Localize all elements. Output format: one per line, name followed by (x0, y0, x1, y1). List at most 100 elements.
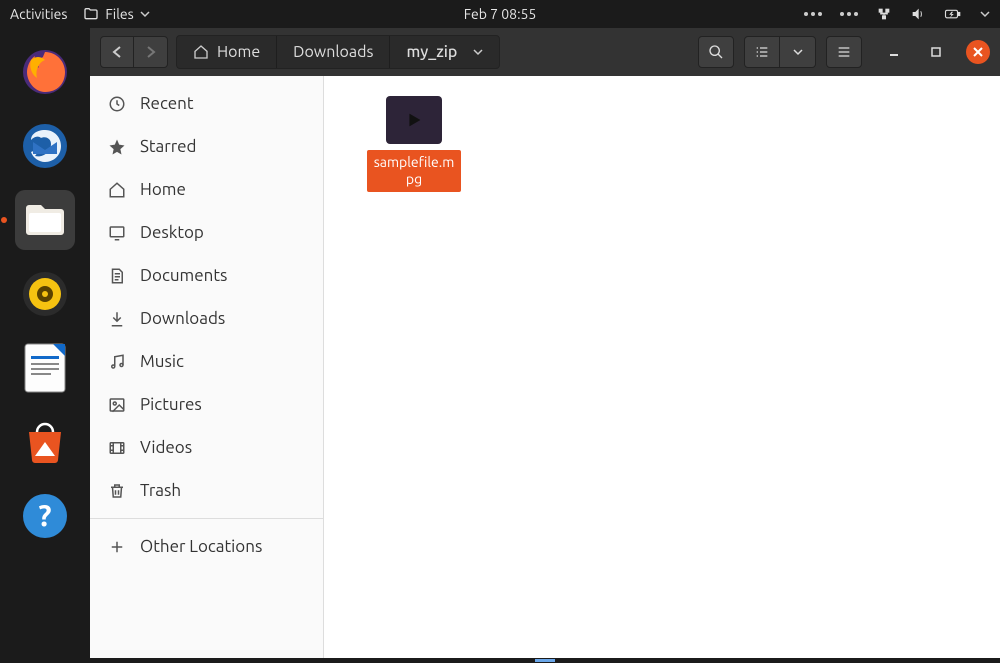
window-close-button[interactable] (966, 40, 990, 64)
path-label: my_zip (406, 43, 457, 61)
file-item[interactable]: samplefile.mpg (364, 96, 464, 192)
thunderbird-icon (21, 122, 69, 170)
indicator-dots-icon[interactable] (804, 12, 822, 16)
sidebar-item-documents[interactable]: Documents (90, 254, 323, 297)
nav-back-button[interactable] (100, 36, 134, 68)
sidebar-item-label: Downloads (140, 309, 225, 328)
sidebar-item-trash[interactable]: Trash (90, 469, 323, 512)
pictures-icon (108, 396, 126, 414)
play-icon (403, 109, 425, 131)
documents-icon (108, 267, 126, 285)
sidebar-divider (90, 518, 323, 519)
path-bar: Home Downloads my_zip (176, 35, 500, 69)
path-segment-home[interactable]: Home (177, 36, 277, 68)
desktop-icon (108, 224, 126, 242)
sidebar-item-starred[interactable]: Starred (90, 125, 323, 168)
battery-icon[interactable] (944, 6, 962, 22)
view-options-button[interactable] (780, 36, 816, 68)
speaker-icon (21, 270, 69, 318)
path-label: Home (217, 43, 260, 61)
search-icon (708, 44, 724, 60)
view-list-button[interactable] (744, 36, 780, 68)
sidebar-item-other-locations[interactable]: Other Locations (90, 525, 323, 568)
chevron-down-icon (140, 9, 150, 19)
sidebar-item-label: Home (140, 180, 186, 199)
sidebar-item-label: Desktop (140, 223, 204, 242)
app-menu-label: Files (105, 6, 133, 22)
system-topbar: Activities Files Feb 7 08:55 (0, 0, 1000, 28)
maximize-icon (930, 46, 942, 58)
list-icon (754, 44, 770, 60)
close-icon (972, 46, 984, 58)
path-segment-current[interactable]: my_zip (390, 36, 499, 68)
app-menu-files[interactable]: Files (83, 6, 149, 22)
star-icon (108, 138, 126, 156)
sidebar-item-label: Videos (140, 438, 192, 457)
chevron-left-icon (111, 45, 123, 59)
svg-text:?: ? (38, 498, 51, 532)
folder-icon (83, 6, 99, 22)
indicator-dots-icon[interactable] (840, 12, 858, 16)
sidebar-item-label: Trash (140, 481, 181, 500)
dock-files[interactable] (15, 190, 75, 250)
dock-rhythmbox[interactable] (15, 264, 75, 324)
home-icon (108, 181, 126, 199)
bottom-edge (90, 658, 1000, 663)
dock-firefox[interactable] (15, 42, 75, 102)
sidebar-item-pictures[interactable]: Pictures (90, 383, 323, 426)
files-icon (22, 200, 68, 240)
path-label: Downloads (293, 43, 373, 61)
sidebar-item-label: Pictures (140, 395, 202, 414)
sidebar: Recent Starred Home Desktop Documents Do… (90, 76, 324, 663)
shopping-bag-icon (21, 418, 69, 466)
network-icon[interactable] (876, 6, 892, 22)
path-segment-downloads[interactable]: Downloads (277, 36, 390, 68)
chevron-down-icon (473, 47, 483, 57)
home-icon (193, 44, 209, 60)
sidebar-item-videos[interactable]: Videos (90, 426, 323, 469)
sidebar-item-downloads[interactable]: Downloads (90, 297, 323, 340)
search-button[interactable] (698, 36, 734, 68)
file-content-area[interactable]: samplefile.mpg (324, 76, 1000, 663)
sidebar-item-desktop[interactable]: Desktop (90, 211, 323, 254)
dock-thunderbird[interactable] (15, 116, 75, 176)
dock-help[interactable]: ? (15, 486, 75, 546)
firefox-icon (21, 48, 69, 96)
nav-buttons (100, 36, 168, 68)
video-thumbnail (386, 96, 442, 144)
plus-icon (108, 538, 126, 556)
topbar-clock[interactable]: Feb 7 08:55 (464, 6, 537, 22)
file-name-label: samplefile.mpg (367, 150, 461, 192)
downloads-icon (108, 310, 126, 328)
trash-icon (108, 482, 126, 500)
nav-forward-button[interactable] (134, 36, 168, 68)
activities-button[interactable]: Activities (10, 6, 67, 22)
chevron-right-icon (145, 45, 157, 59)
volume-icon[interactable] (910, 6, 926, 22)
chevron-down-icon (793, 47, 803, 57)
sidebar-item-label: Other Locations (140, 537, 262, 556)
document-icon (23, 342, 67, 394)
videos-icon (108, 439, 126, 457)
dock: ? (0, 28, 90, 663)
window-minimize-button[interactable] (882, 40, 906, 64)
chevron-down-icon[interactable] (980, 9, 990, 19)
files-window: Home Downloads my_zip (90, 28, 1000, 663)
dock-libreoffice-writer[interactable] (15, 338, 75, 398)
sidebar-item-label: Starred (140, 137, 197, 156)
sidebar-item-label: Recent (140, 94, 194, 113)
minimize-icon (887, 45, 901, 59)
window-maximize-button[interactable] (924, 40, 948, 64)
window-titlebar: Home Downloads my_zip (90, 28, 1000, 76)
music-icon (108, 353, 126, 371)
sidebar-item-label: Documents (140, 266, 227, 285)
help-icon: ? (21, 492, 69, 540)
hamburger-menu-button[interactable] (826, 36, 862, 68)
dock-software[interactable] (15, 412, 75, 472)
sidebar-item-recent[interactable]: Recent (90, 82, 323, 125)
sidebar-item-label: Music (140, 352, 184, 371)
sidebar-item-music[interactable]: Music (90, 340, 323, 383)
sidebar-item-home[interactable]: Home (90, 168, 323, 211)
clock-icon (108, 95, 126, 113)
hamburger-icon (836, 44, 852, 60)
